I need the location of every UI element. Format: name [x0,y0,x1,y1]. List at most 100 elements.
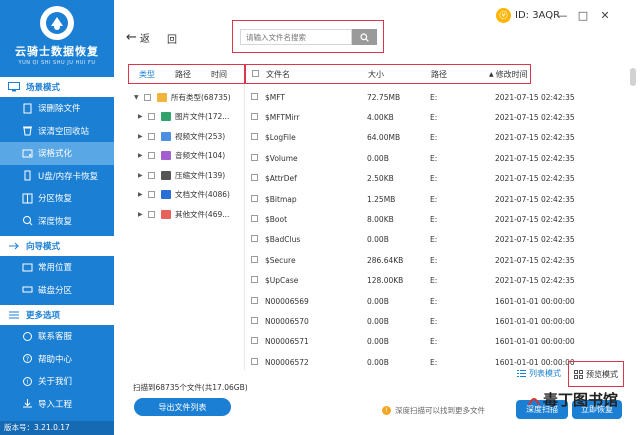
scrollbar[interactable] [629,64,637,366]
tab-path[interactable]: 路径 [165,69,201,80]
expand-icon[interactable]: ▶ [134,133,143,140]
tree-checkbox[interactable] [148,171,155,179]
expand-icon[interactable]: ▶ [134,113,143,120]
section-header-more[interactable]: 更多选项 [0,305,114,325]
sidebar-item-contact[interactable]: 联系客服 [0,325,114,348]
tree-checkbox[interactable] [148,210,155,218]
row-checkbox[interactable] [251,337,258,345]
collapse-icon[interactable]: ▼ [134,94,142,101]
column-path[interactable]: 路径 [431,69,489,80]
sidebar-item-deleted-files[interactable]: 误删除文件 [0,97,114,120]
table-row[interactable]: N00006570 0.00B E: 1601-01-01 00:00:00 [245,311,630,331]
select-all-checkbox[interactable] [252,69,259,77]
section-header-wizard[interactable]: 向导模式 [0,236,114,256]
table-row[interactable]: $Boot 8.00KB E: 2021-07-15 02:42:35 [245,209,630,229]
sidebar-item-format[interactable]: 误格式化 [0,142,114,165]
expand-icon[interactable]: ▶ [134,152,143,159]
row-checkbox[interactable] [251,194,258,202]
sidebar-item-partition[interactable]: 分区恢复 [0,187,114,210]
tree-checkbox[interactable] [148,191,155,198]
row-checkbox[interactable] [251,357,258,365]
file-path: E: [430,92,438,102]
row-checkbox[interactable] [251,112,258,120]
file-size: 0.00B [367,337,389,347]
section-header-scene[interactable]: 场景模式 [0,77,114,97]
table-row[interactable]: $LogFile 64.00MB E: 2021-07-15 02:42:35 [245,128,630,148]
row-checkbox[interactable] [251,174,258,182]
tree-item[interactable]: ▼ 所有类型(68735) [134,90,231,104]
search-area [232,20,384,53]
list-mode-button[interactable]: 列表模式 [517,368,561,379]
tree-checkbox[interactable] [144,93,151,101]
preview-mode-button[interactable]: 预览模式 [568,361,624,387]
scrollbar-thumb[interactable] [630,68,636,86]
row-checkbox[interactable] [251,153,258,161]
column-time[interactable]: ▲ 修改时间 [489,69,528,80]
sidebar-item-deep[interactable]: 深度恢复 [0,210,114,233]
expand-icon[interactable]: ▶ [134,191,143,198]
close-button[interactable]: ✕ [598,8,612,22]
tree-item[interactable]: ▶ 视频文件(253) [134,129,225,143]
location-icon [22,263,33,272]
tab-time[interactable]: 时间 [201,69,237,80]
table-row[interactable]: $Secure 286.64KB E: 2021-07-15 02:42:35 [245,250,630,270]
tab-type[interactable]: 类型 [129,69,165,80]
top-bar: ←返 回 ⓥ ID: 3AQR — □ ✕ [114,0,640,60]
tree-checkbox[interactable] [148,152,155,159]
search-input[interactable] [240,29,352,45]
table-row[interactable]: $MFTMirr 4.00KB E: 2021-07-15 02:42:35 [245,107,630,127]
sidebar-item-about[interactable]: ! 关于我们 [0,370,114,393]
file-name: $UpCase [265,276,299,286]
tree-item[interactable]: ▶ 文档文件(4086) [134,188,230,202]
tree-item[interactable]: ▶ 压缩文件(139) [134,168,225,182]
file-list-header: 文件名 大小 路径 ▲ 修改时间 [245,64,531,84]
row-checkbox[interactable] [251,92,258,100]
sidebar-item-disk-partition[interactable]: 磁盘分区 [0,279,114,302]
home-button[interactable]: 回 [167,31,177,46]
tree-item[interactable]: ▶ 图片文件(172... [134,110,229,124]
sidebar-item-usb[interactable]: U盘/内存卡恢复 [0,165,114,188]
deep-scan-tip: ! 深度扫描可以找到更多文件 [382,405,485,416]
search-button[interactable] [352,29,377,45]
row-checkbox[interactable] [251,316,258,324]
tree-item[interactable]: ▶ 音频文件(104) [134,149,225,163]
file-name: $LogFile [265,133,296,143]
back-button[interactable]: ← 返 [126,30,150,45]
tree-checkbox[interactable] [148,132,155,140]
arrow-left-icon: ← [126,30,137,45]
table-row[interactable]: $UpCase 128.00KB E: 2021-07-15 02:42:35 [245,271,630,291]
row-checkbox[interactable] [251,235,258,243]
column-size[interactable]: 大小 [368,69,431,80]
version-label: 版本号：3.21.0.17 [0,421,114,435]
tree-checkbox[interactable] [148,113,155,120]
minimize-button[interactable]: — [555,8,569,22]
column-name[interactable]: 文件名 [266,69,368,80]
row-checkbox[interactable] [251,133,258,141]
export-list-button[interactable]: 导出文件列表 [134,398,231,416]
tree-item[interactable]: ▶ 其他文件(469... [134,207,229,221]
row-checkbox[interactable] [251,276,258,284]
deep-scan-tip-text: 深度扫描可以找到更多文件 [395,406,485,415]
expand-icon[interactable]: ▶ [134,172,143,179]
disk-icon [22,149,33,158]
row-checkbox[interactable] [251,214,258,222]
table-row[interactable]: $Bitmap 1.25MB E: 2021-07-15 02:42:35 [245,189,630,209]
row-checkbox[interactable] [251,255,258,263]
expand-icon[interactable]: ▶ [134,211,143,218]
app-logo-icon [40,6,74,40]
table-row[interactable]: $AttrDef 2.50KB E: 2021-07-15 02:42:35 [245,169,630,189]
maximize-button[interactable]: □ [576,8,590,22]
sidebar-item-help[interactable]: ? 帮助中心 [0,348,114,371]
table-row[interactable]: N00006569 0.00B E: 1601-01-01 00:00:00 [245,291,630,311]
sidebar-item-import[interactable]: 导入工程 [0,393,114,416]
tree-item-label: 压缩文件(139) [175,170,226,180]
sidebar-item-recycle-bin[interactable]: 误清空回收站 [0,120,114,143]
table-row[interactable]: $MFT 72.75MB E: 2021-07-15 02:42:35 [245,87,630,107]
table-row[interactable]: N00006571 0.00B E: 1601-01-01 00:00:00 [245,332,630,352]
sidebar-item-common-location[interactable]: 常用位置 [0,256,114,279]
row-checkbox[interactable] [251,296,258,304]
section-title: 更多选项 [26,311,61,321]
table-row[interactable]: $BadClus 0.00B E: 2021-07-15 02:42:35 [245,230,630,250]
hard-drive-icon [22,286,33,293]
table-row[interactable]: $Volume 0.00B E: 2021-07-15 02:42:35 [245,148,630,168]
